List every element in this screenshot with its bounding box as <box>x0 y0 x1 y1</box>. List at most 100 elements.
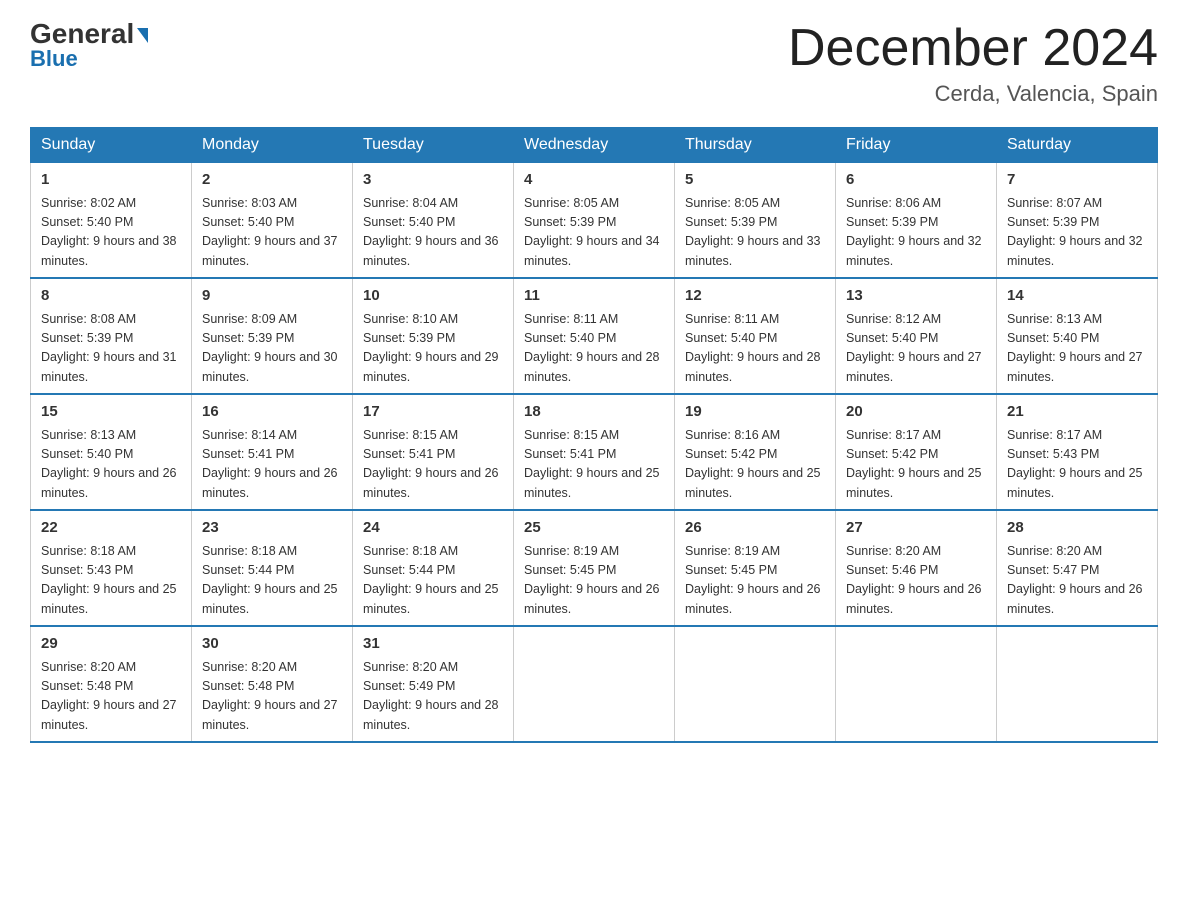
header-wednesday: Wednesday <box>514 128 675 163</box>
calendar-cell: 1Sunrise: 8:02 AMSunset: 5:40 PMDaylight… <box>31 163 192 279</box>
day-info: Sunrise: 8:11 AMSunset: 5:40 PMDaylight:… <box>685 310 825 388</box>
day-number: 20 <box>846 401 986 424</box>
calendar-cell: 3Sunrise: 8:04 AMSunset: 5:40 PMDaylight… <box>353 163 514 279</box>
calendar-cell: 27Sunrise: 8:20 AMSunset: 5:46 PMDayligh… <box>836 510 997 626</box>
title-block: December 2024 Cerda, Valencia, Spain <box>788 20 1158 107</box>
location-text: Cerda, Valencia, Spain <box>788 81 1158 107</box>
day-number: 9 <box>202 285 342 308</box>
month-title: December 2024 <box>788 20 1158 77</box>
calendar-cell: 17Sunrise: 8:15 AMSunset: 5:41 PMDayligh… <box>353 394 514 510</box>
day-info: Sunrise: 8:19 AMSunset: 5:45 PMDaylight:… <box>524 542 664 620</box>
day-number: 27 <box>846 517 986 540</box>
calendar-cell <box>997 626 1158 742</box>
day-info: Sunrise: 8:13 AMSunset: 5:40 PMDaylight:… <box>41 426 181 504</box>
day-info: Sunrise: 8:13 AMSunset: 5:40 PMDaylight:… <box>1007 310 1147 388</box>
day-info: Sunrise: 8:07 AMSunset: 5:39 PMDaylight:… <box>1007 194 1147 272</box>
calendar-cell <box>514 626 675 742</box>
calendar-cell: 23Sunrise: 8:18 AMSunset: 5:44 PMDayligh… <box>192 510 353 626</box>
day-info: Sunrise: 8:18 AMSunset: 5:44 PMDaylight:… <box>202 542 342 620</box>
calendar-cell: 13Sunrise: 8:12 AMSunset: 5:40 PMDayligh… <box>836 278 997 394</box>
day-info: Sunrise: 8:04 AMSunset: 5:40 PMDaylight:… <box>363 194 503 272</box>
calendar-cell: 4Sunrise: 8:05 AMSunset: 5:39 PMDaylight… <box>514 163 675 279</box>
page-header: General Blue December 2024 Cerda, Valenc… <box>30 20 1158 107</box>
day-info: Sunrise: 8:20 AMSunset: 5:49 PMDaylight:… <box>363 658 503 736</box>
day-number: 21 <box>1007 401 1147 424</box>
calendar-cell: 25Sunrise: 8:19 AMSunset: 5:45 PMDayligh… <box>514 510 675 626</box>
calendar-week-row: 1Sunrise: 8:02 AMSunset: 5:40 PMDaylight… <box>31 163 1158 279</box>
calendar-cell: 22Sunrise: 8:18 AMSunset: 5:43 PMDayligh… <box>31 510 192 626</box>
day-number: 14 <box>1007 285 1147 308</box>
day-info: Sunrise: 8:12 AMSunset: 5:40 PMDaylight:… <box>846 310 986 388</box>
day-info: Sunrise: 8:05 AMSunset: 5:39 PMDaylight:… <box>685 194 825 272</box>
day-number: 29 <box>41 633 181 656</box>
day-number: 16 <box>202 401 342 424</box>
day-info: Sunrise: 8:18 AMSunset: 5:44 PMDaylight:… <box>363 542 503 620</box>
day-number: 8 <box>41 285 181 308</box>
calendar-week-row: 22Sunrise: 8:18 AMSunset: 5:43 PMDayligh… <box>31 510 1158 626</box>
calendar-cell: 20Sunrise: 8:17 AMSunset: 5:42 PMDayligh… <box>836 394 997 510</box>
day-info: Sunrise: 8:08 AMSunset: 5:39 PMDaylight:… <box>41 310 181 388</box>
day-info: Sunrise: 8:03 AMSunset: 5:40 PMDaylight:… <box>202 194 342 272</box>
day-info: Sunrise: 8:02 AMSunset: 5:40 PMDaylight:… <box>41 194 181 272</box>
day-number: 24 <box>363 517 503 540</box>
day-info: Sunrise: 8:16 AMSunset: 5:42 PMDaylight:… <box>685 426 825 504</box>
day-info: Sunrise: 8:15 AMSunset: 5:41 PMDaylight:… <box>524 426 664 504</box>
day-info: Sunrise: 8:15 AMSunset: 5:41 PMDaylight:… <box>363 426 503 504</box>
day-number: 17 <box>363 401 503 424</box>
calendar-cell: 10Sunrise: 8:10 AMSunset: 5:39 PMDayligh… <box>353 278 514 394</box>
day-info: Sunrise: 8:06 AMSunset: 5:39 PMDaylight:… <box>846 194 986 272</box>
calendar-week-row: 15Sunrise: 8:13 AMSunset: 5:40 PMDayligh… <box>31 394 1158 510</box>
calendar-cell <box>675 626 836 742</box>
header-thursday: Thursday <box>675 128 836 163</box>
day-info: Sunrise: 8:18 AMSunset: 5:43 PMDaylight:… <box>41 542 181 620</box>
day-number: 4 <box>524 169 664 192</box>
day-number: 13 <box>846 285 986 308</box>
day-number: 5 <box>685 169 825 192</box>
day-number: 15 <box>41 401 181 424</box>
calendar-cell <box>836 626 997 742</box>
day-number: 7 <box>1007 169 1147 192</box>
day-info: Sunrise: 8:17 AMSunset: 5:42 PMDaylight:… <box>846 426 986 504</box>
calendar-cell: 31Sunrise: 8:20 AMSunset: 5:49 PMDayligh… <box>353 626 514 742</box>
day-info: Sunrise: 8:09 AMSunset: 5:39 PMDaylight:… <box>202 310 342 388</box>
calendar-cell: 26Sunrise: 8:19 AMSunset: 5:45 PMDayligh… <box>675 510 836 626</box>
calendar-week-row: 29 Sunrise: 8:20 AMSunset: 5:48 PMDayligh… <box>31 626 1158 742</box>
header-friday: Friday <box>836 128 997 163</box>
day-info: Sunrise: 8:19 AMSunset: 5:45 PMDaylight:… <box>685 542 825 620</box>
calendar-cell: 15Sunrise: 8:13 AMSunset: 5:40 PMDayligh… <box>31 394 192 510</box>
header-saturday: Saturday <box>997 128 1158 163</box>
logo-top-text: General <box>30 20 148 48</box>
calendar-cell: 14Sunrise: 8:13 AMSunset: 5:40 PMDayligh… <box>997 278 1158 394</box>
day-number: 22 <box>41 517 181 540</box>
day-info: Sunrise: 8:10 AMSunset: 5:39 PMDaylight:… <box>363 310 503 388</box>
calendar-cell: 16Sunrise: 8:14 AMSunset: 5:41 PMDayligh… <box>192 394 353 510</box>
calendar-week-row: 8Sunrise: 8:08 AMSunset: 5:39 PMDaylight… <box>31 278 1158 394</box>
day-info: Sunrise: 8:20 AMSunset: 5:47 PMDaylight:… <box>1007 542 1147 620</box>
calendar-cell: 8Sunrise: 8:08 AMSunset: 5:39 PMDaylight… <box>31 278 192 394</box>
day-number: 11 <box>524 285 664 308</box>
day-number: 31 <box>363 633 503 656</box>
day-number: 26 <box>685 517 825 540</box>
calendar-cell: 2Sunrise: 8:03 AMSunset: 5:40 PMDaylight… <box>192 163 353 279</box>
calendar-cell: 12Sunrise: 8:11 AMSunset: 5:40 PMDayligh… <box>675 278 836 394</box>
header-sunday: Sunday <box>31 128 192 163</box>
logo-bottom-text: Blue <box>30 46 78 72</box>
day-number: 30 <box>202 633 342 656</box>
day-info: Sunrise: 8:11 AMSunset: 5:40 PMDaylight:… <box>524 310 664 388</box>
calendar-table: SundayMondayTuesdayWednesdayThursdayFrid… <box>30 127 1158 743</box>
day-info: Sunrise: 8:20 AMSunset: 5:46 PMDaylight:… <box>846 542 986 620</box>
calendar-cell: 29Sunrise: 8:20 AMSunset: 5:48 PMDayligh… <box>31 626 192 742</box>
day-number: 6 <box>846 169 986 192</box>
calendar-cell: 19Sunrise: 8:16 AMSunset: 5:42 PMDayligh… <box>675 394 836 510</box>
day-number: 25 <box>524 517 664 540</box>
calendar-cell: 30Sunrise: 8:20 AMSunset: 5:48 PMDayligh… <box>192 626 353 742</box>
day-number: 12 <box>685 285 825 308</box>
day-number: 10 <box>363 285 503 308</box>
calendar-cell: 21Sunrise: 8:17 AMSunset: 5:43 PMDayligh… <box>997 394 1158 510</box>
calendar-cell: 9Sunrise: 8:09 AMSunset: 5:39 PMDaylight… <box>192 278 353 394</box>
day-number: 23 <box>202 517 342 540</box>
day-info: Sunrise: 8:20 AMSunset: 5:48 PMDaylight:… <box>202 658 342 736</box>
day-info: Sunrise: 8:14 AMSunset: 5:41 PMDaylight:… <box>202 426 342 504</box>
calendar-cell: 28Sunrise: 8:20 AMSunset: 5:47 PMDayligh… <box>997 510 1158 626</box>
day-number: 3 <box>363 169 503 192</box>
